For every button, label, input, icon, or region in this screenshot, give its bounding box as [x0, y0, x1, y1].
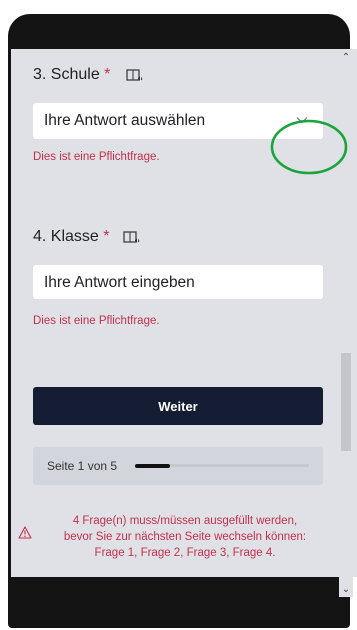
scrollbar-thumb[interactable]: [341, 353, 351, 451]
question-4-error: Dies ist eine Pflichtfrage.: [33, 315, 160, 327]
validation-warning: 4 Frage(n) muss/müssen ausgefüllt werden…: [35, 513, 335, 561]
warning-line-1: 4 Frage(n) muss/müssen ausgefüllt werden…: [72, 515, 298, 527]
annotation-circle: [270, 119, 348, 175]
warning-line-2: bevor Sie zur nächsten Seite wechseln kö…: [63, 531, 307, 543]
question-3-error: Dies ist eine Pflichtfrage.: [33, 151, 160, 163]
question-3-label: 3. Schule: [33, 66, 100, 83]
page-progress: Seite 1 von 5: [33, 447, 323, 485]
progress-fill: [135, 463, 170, 468]
required-mark: *: [104, 66, 111, 83]
next-button[interactable]: Weiter: [33, 387, 323, 425]
scroll-up-icon[interactable]: ⌃: [339, 51, 353, 65]
question-4-title: 4. Klasse *: [33, 228, 110, 246]
progress-track: [135, 463, 309, 468]
scroll-down-icon[interactable]: ⌄: [339, 583, 353, 597]
warning-triangle-icon: [18, 526, 32, 539]
school-dropdown-placeholder: Ihre Antwort auswählen: [44, 112, 206, 129]
immersive-reader-icon[interactable]: [126, 69, 144, 83]
warning-line-3: Frage 1, Frage 2, Frage 3, Frage 4.: [94, 547, 276, 559]
class-answer-input[interactable]: Ihre Antwort eingeben: [33, 265, 323, 299]
question-4-label: 4. Klasse: [33, 228, 99, 245]
question-3-title: 3. Schule *: [33, 66, 110, 84]
immersive-reader-icon[interactable]: [123, 231, 141, 245]
class-answer-placeholder: Ihre Antwort eingeben: [44, 274, 195, 291]
required-mark: *: [103, 228, 110, 245]
page-progress-label: Seite 1 von 5: [47, 459, 118, 473]
